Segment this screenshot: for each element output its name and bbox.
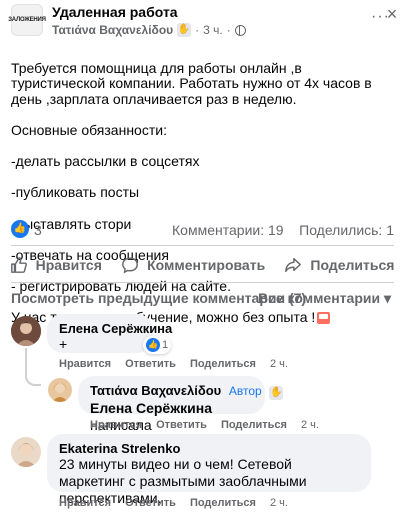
thread-line [25, 348, 27, 372]
post-line: -публиковать посты [11, 184, 140, 201]
post-stats: 👍 3 Комментарии: 19 Поделились: 1 [0, 218, 404, 240]
chevron-down-icon: ▾ [383, 290, 391, 306]
meta-separator: · [226, 23, 231, 37]
comment-button-label: Комментировать [147, 257, 266, 273]
comment-bubble-icon [122, 257, 138, 274]
wave-badge-icon: ✋ [269, 386, 284, 400]
share-button[interactable]: Поделиться [284, 256, 394, 274]
divider [11, 245, 394, 246]
avatar[interactable] [11, 437, 41, 467]
close-icon[interactable]: × [382, 4, 402, 24]
avatar[interactable] [11, 316, 41, 346]
comment-author[interactable]: Елена Серёжкина [59, 321, 172, 336]
globe-icon [234, 24, 246, 36]
post-meta: Τατιάνα Βαχανελίδου ✋ · 3 ч. · [52, 23, 246, 37]
avatar-photo [48, 378, 72, 402]
post-line: Требуется помощница для работы онлайн ,в… [11, 59, 372, 107]
comment-actions: Нравится Ответить Поделиться 2 ч. [90, 419, 319, 431]
avatar[interactable] [48, 378, 72, 402]
comment-reactions[interactable]: 👍 1 [143, 336, 172, 354]
share-arrow-icon [285, 257, 302, 273]
group-logo-text: ЗАЛОЖЕНИЯ [8, 17, 46, 23]
comment-like-button[interactable]: Нравится [90, 419, 142, 431]
comment-actions: Нравится Ответить Поделиться 2 ч. [59, 358, 288, 370]
post-time[interactable]: 3 ч. [203, 23, 223, 37]
reply-bubble: Τατιάνα Βαχανελίδου Автор ✋ Елена Серёжк… [78, 376, 284, 433]
comments-count[interactable]: Комментарии: 19 [172, 222, 284, 238]
comment-reply-button[interactable]: Ответить [125, 358, 176, 370]
thumbs-up-icon [10, 257, 27, 273]
shares-count[interactable]: Поделились: 1 [299, 222, 394, 238]
comment-reply-button[interactable]: Ответить [125, 497, 176, 509]
group-name[interactable]: Удаленная работа [52, 4, 178, 20]
comment-text: + [59, 336, 68, 352]
comment-like-button[interactable]: Нравится [59, 358, 111, 370]
group-avatar[interactable]: ЗАЛОЖЕНИЯ [8, 4, 46, 36]
mention-link[interactable]: Елена Серёжкина [90, 400, 212, 416]
comment-reply-button[interactable]: Ответить [156, 419, 207, 431]
comment-reaction-count: 1 [162, 339, 169, 351]
author-badge: Автор [228, 384, 262, 398]
like-button[interactable]: Нравится [10, 256, 102, 274]
comment-actions: Нравится Ответить Поделиться 2 ч. [59, 497, 288, 509]
comment-share-button[interactable]: Поделиться [221, 419, 287, 431]
likes-count[interactable]: 3 [34, 222, 42, 238]
comment-button[interactable]: Комментировать [121, 256, 265, 274]
comment-author[interactable]: Τατιάνα Βαχανελίδου [90, 383, 221, 398]
mailbox-emoji-icon [317, 312, 331, 325]
comment-bubble: Елена Серёжкина + [47, 314, 172, 353]
wave-badge-icon: ✋ [177, 23, 192, 37]
avatar-photo [11, 316, 41, 346]
divider [11, 282, 394, 283]
post-text: Требуется помощница для работы онлайн ,в… [11, 45, 396, 326]
like-button-label: Нравится [35, 257, 102, 273]
stats-right: Комментарии: 19 Поделились: 1 [172, 222, 394, 238]
like-reaction-icon: 👍 [146, 338, 160, 352]
comment-time[interactable]: 2 ч. [301, 419, 319, 431]
comments-filter-label: Все комментарии [257, 290, 381, 306]
meta-separator: · [195, 23, 200, 37]
comment-bubble: Ekaterina Strelenko 23 минуты видео ни о… [47, 434, 371, 506]
like-reaction-icon[interactable]: 👍 [11, 220, 29, 238]
post-line: -делать рассылки в соцсетях [11, 153, 200, 170]
comment-share-button[interactable]: Поделиться [190, 497, 256, 509]
comment-time[interactable]: 2 ч. [270, 497, 288, 509]
comment-like-button[interactable]: Нравится [59, 497, 111, 509]
comment-share-button[interactable]: Поделиться [190, 358, 256, 370]
comments-filter-dropdown[interactable]: Все комментарии ▾ [258, 290, 391, 307]
thread-curve [25, 372, 41, 386]
comment-time[interactable]: 2 ч. [270, 358, 288, 370]
post-author[interactable]: Τατιάνα Βαχανελίδου [52, 23, 173, 37]
avatar-photo [11, 437, 41, 467]
reply-author-line: Τατιάνα Βαχανελίδου Автор ✋ [90, 383, 284, 400]
share-button-label: Поделиться [310, 257, 395, 273]
post-action-bar: Нравится Комментировать Поделиться [0, 250, 404, 280]
comment-author[interactable]: Ekaterina Strelenko [59, 441, 359, 456]
post-line: Основные обязанности: [11, 121, 167, 138]
post-header: ЗАЛОЖЕНИЯ Удаленная работа Τατιάνα Βαχαν… [0, 0, 404, 40]
